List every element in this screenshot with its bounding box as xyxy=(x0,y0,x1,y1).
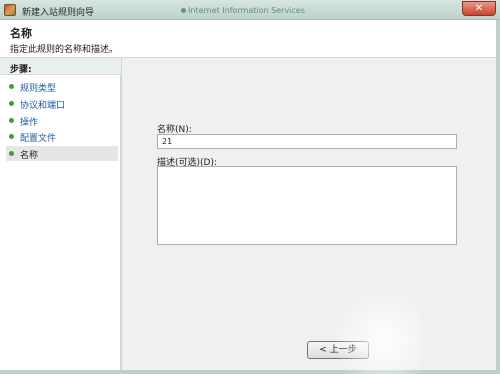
sidebar-item-profile[interactable]: 配置文件 xyxy=(6,129,118,144)
sidebar-item-label: 名称 xyxy=(20,151,39,161)
wizard-content: 名称(N): 21 描述(可选)(D): < 上一步 xyxy=(122,58,496,370)
window-border-bottom xyxy=(0,370,500,374)
title-bar[interactable]: 新建入站规则向导 Internet Information Services ✕ xyxy=(0,0,500,20)
name-input[interactable]: 21 xyxy=(157,134,457,149)
sidebar-item-label: 操作 xyxy=(20,118,39,128)
step-bullet-icon xyxy=(9,84,14,89)
page-subtitle: 指定此规则的名称和描述。 xyxy=(10,45,119,55)
page-title: 名称 xyxy=(10,27,32,40)
sidebar-item-label: 配置文件 xyxy=(20,134,57,144)
window-title: 新建入站规则向导 xyxy=(22,8,95,18)
step-bullet-icon xyxy=(9,118,14,123)
window-border-right xyxy=(496,20,500,374)
firewall-icon xyxy=(4,4,16,16)
sidebar-item-action[interactable]: 操作 xyxy=(6,113,118,128)
sidebar-item-rule-type[interactable]: 规则类型 xyxy=(6,79,118,94)
close-button[interactable]: ✕ xyxy=(462,1,496,16)
background-window-title: Internet Information Services xyxy=(188,6,305,15)
step-bullet-icon xyxy=(9,134,14,139)
steps-heading: 步骤: xyxy=(0,58,121,75)
sidebar-item-label: 规则类型 xyxy=(20,84,57,94)
step-bullet-icon xyxy=(9,151,14,156)
steps-sidebar: 步骤: 规则类型 协议和端口 操作 配置文件 名称 xyxy=(0,58,121,370)
globe-icon xyxy=(181,8,186,13)
step-bullet-icon xyxy=(9,101,14,106)
back-button[interactable]: < 上一步 xyxy=(307,341,369,359)
sidebar-item-protocol-ports[interactable]: 协议和端口 xyxy=(6,96,118,111)
description-textarea[interactable] xyxy=(157,166,457,245)
sidebar-item-name[interactable]: 名称 xyxy=(6,146,118,161)
sidebar-item-label: 协议和端口 xyxy=(20,101,66,111)
wizard-header: 名称 指定此规则的名称和描述。 xyxy=(0,20,500,58)
